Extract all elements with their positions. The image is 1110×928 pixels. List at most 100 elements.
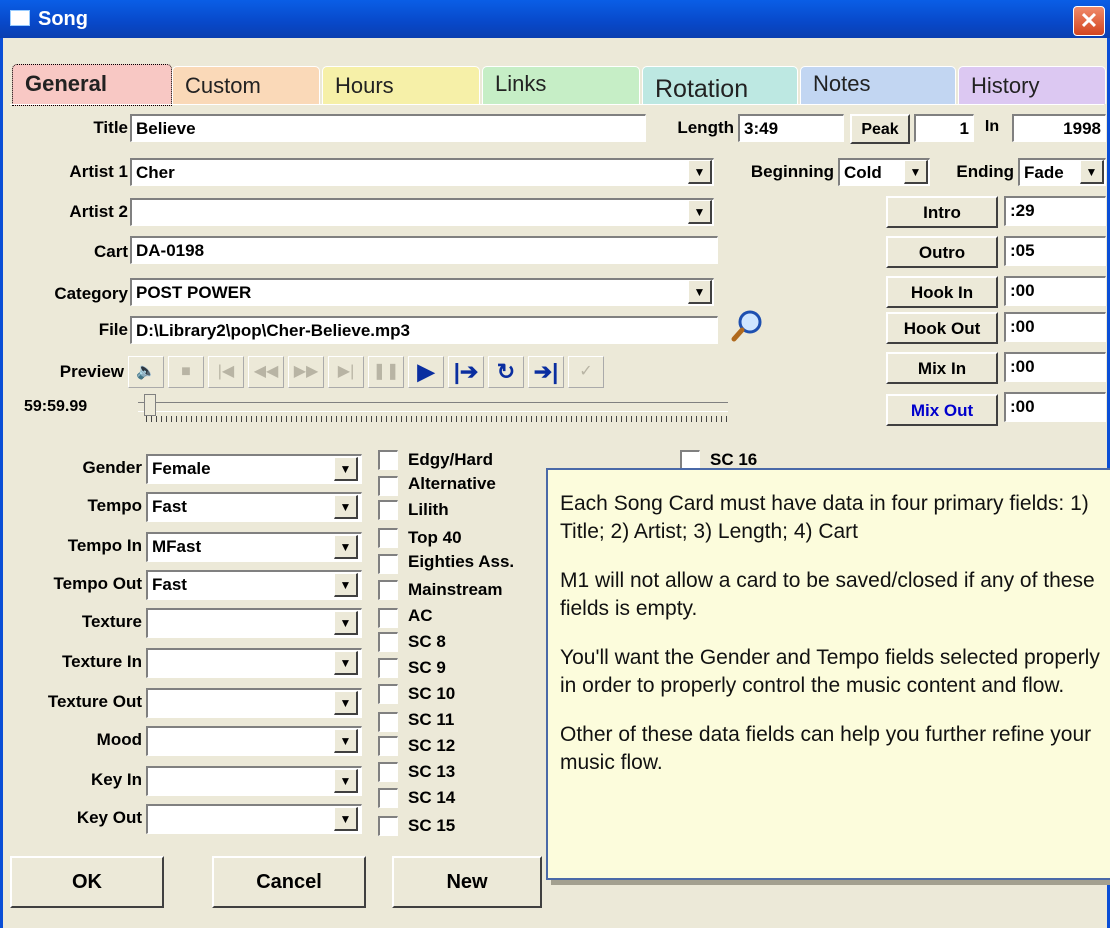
chevron-down-icon[interactable]: ▼ bbox=[334, 611, 358, 635]
checkbox-sc16[interactable] bbox=[680, 450, 700, 470]
file-field[interactable]: D:\Library2\pop\Cher-Believe.mp3 bbox=[130, 316, 718, 344]
key-out-label: Key Out bbox=[76, 808, 142, 827]
artist2-select[interactable] bbox=[130, 198, 714, 226]
mix-in-field[interactable]: :00 bbox=[1004, 352, 1106, 382]
file-label: File bbox=[98, 320, 128, 339]
mood-select[interactable] bbox=[146, 726, 362, 756]
peak-button[interactable]: Peak bbox=[850, 114, 910, 144]
skip-start-icon[interactable]: |◀ bbox=[208, 356, 244, 388]
checkbox-label: SC 9 bbox=[408, 658, 446, 677]
gender-select[interactable]: Female bbox=[146, 454, 362, 484]
checkbox-sc9[interactable] bbox=[378, 658, 398, 678]
hook-out-field[interactable]: :00 bbox=[1004, 312, 1106, 342]
new-button[interactable]: New bbox=[392, 856, 542, 908]
checkbox-top40[interactable] bbox=[378, 528, 398, 548]
checkbox-sc10[interactable] bbox=[378, 684, 398, 704]
chevron-down-icon[interactable]: ▼ bbox=[688, 160, 712, 184]
texture-select[interactable] bbox=[146, 608, 362, 638]
texture-in-select[interactable] bbox=[146, 648, 362, 678]
tab-custom[interactable]: Custom bbox=[172, 66, 320, 104]
preview-slider-thumb[interactable] bbox=[144, 394, 156, 416]
peak-year-field[interactable]: 1998 bbox=[1012, 114, 1106, 142]
intro-button[interactable]: Intro bbox=[886, 196, 998, 228]
checkbox-label: Alternative bbox=[408, 474, 496, 493]
outro-button[interactable]: Outro bbox=[886, 236, 998, 268]
tab-links[interactable]: Links bbox=[482, 66, 640, 104]
chevron-down-icon[interactable]: ▼ bbox=[334, 729, 358, 753]
tooltip-paragraph: Each Song Card must have data in four pr… bbox=[560, 492, 1089, 543]
magnifier-icon[interactable] bbox=[728, 308, 768, 344]
mix-in-button[interactable]: Mix In bbox=[886, 352, 998, 384]
tempo-in-select[interactable]: MFast bbox=[146, 532, 362, 562]
tab-rotation[interactable]: Rotation bbox=[642, 66, 798, 104]
checkbox-mainstream[interactable] bbox=[378, 580, 398, 600]
chevron-down-icon[interactable]: ▼ bbox=[334, 651, 358, 675]
cart-label: Cart bbox=[93, 242, 128, 261]
chevron-down-icon[interactable]: ▼ bbox=[334, 457, 358, 481]
checkbox-ac[interactable] bbox=[378, 608, 398, 628]
beginning-label: Beginning bbox=[750, 162, 834, 181]
chevron-down-icon[interactable]: ▼ bbox=[688, 200, 712, 224]
chevron-down-icon[interactable]: ▼ bbox=[334, 807, 358, 831]
play-to-end-icon[interactable]: ➔| bbox=[528, 356, 564, 388]
title-field[interactable]: Believe bbox=[130, 114, 646, 142]
checkbox-sc8[interactable] bbox=[378, 632, 398, 652]
tab-notes[interactable]: Notes bbox=[800, 66, 956, 104]
tempo-out-select[interactable]: Fast bbox=[146, 570, 362, 600]
tab-history[interactable]: History bbox=[958, 66, 1106, 104]
skip-end-icon[interactable]: ▶| bbox=[328, 356, 364, 388]
ok-button[interactable]: OK bbox=[10, 856, 164, 908]
intro-field[interactable]: :29 bbox=[1004, 196, 1106, 226]
length-field[interactable]: 3:49 bbox=[738, 114, 844, 142]
hook-out-button[interactable]: Hook Out bbox=[886, 312, 998, 344]
title-label: Title bbox=[93, 118, 128, 137]
outro-field[interactable]: :05 bbox=[1004, 236, 1106, 266]
stop-icon[interactable]: ■ bbox=[168, 356, 204, 388]
chevron-down-icon[interactable]: ▼ bbox=[334, 535, 358, 559]
key-in-select[interactable] bbox=[146, 766, 362, 796]
chevron-down-icon[interactable]: ▼ bbox=[334, 769, 358, 793]
fast-forward-icon[interactable]: ▶▶ bbox=[288, 356, 324, 388]
mix-out-button[interactable]: Mix Out bbox=[886, 394, 998, 426]
tab-general[interactable]: General bbox=[12, 64, 172, 106]
chevron-down-icon[interactable]: ▼ bbox=[1080, 160, 1104, 184]
hook-in-field[interactable]: :00 bbox=[1004, 276, 1106, 306]
volume-icon[interactable]: 🔈 bbox=[128, 356, 164, 388]
close-button[interactable]: ✕ bbox=[1073, 6, 1105, 36]
play-icon[interactable]: ▶ bbox=[408, 356, 444, 388]
peak-field[interactable]: 1 bbox=[914, 114, 974, 142]
chevron-down-icon[interactable]: ▼ bbox=[334, 495, 358, 519]
texture-out-select[interactable] bbox=[146, 688, 362, 718]
chevron-down-icon[interactable]: ▼ bbox=[688, 280, 712, 304]
chevron-down-icon[interactable]: ▼ bbox=[334, 691, 358, 715]
checkbox-alternative[interactable] bbox=[378, 476, 398, 496]
tempo-select[interactable]: Fast bbox=[146, 492, 362, 522]
hook-in-button[interactable]: Hook In bbox=[886, 276, 998, 308]
checkmark-icon[interactable]: ✓ bbox=[568, 356, 604, 388]
checkbox-sc14[interactable] bbox=[378, 788, 398, 808]
checkbox-sc15[interactable] bbox=[378, 816, 398, 836]
checkbox-label: SC 16 bbox=[710, 450, 758, 469]
checkbox-edgy-hard[interactable] bbox=[378, 450, 398, 470]
pause-icon[interactable]: ❚❚ bbox=[368, 356, 404, 388]
checkbox-sc12[interactable] bbox=[378, 736, 398, 756]
key-out-select[interactable] bbox=[146, 804, 362, 834]
checkbox-label: SC 8 bbox=[408, 632, 446, 651]
preview-slider-track[interactable] bbox=[138, 402, 728, 412]
loop-icon[interactable]: ↻ bbox=[488, 356, 524, 388]
artist1-select[interactable]: Cher bbox=[130, 158, 714, 186]
tab-hours[interactable]: Hours bbox=[322, 66, 480, 104]
chevron-down-icon[interactable]: ▼ bbox=[904, 160, 928, 184]
category-select[interactable]: POST POWER bbox=[130, 278, 714, 306]
checkbox-sc13[interactable] bbox=[378, 762, 398, 782]
mix-out-field[interactable]: :00 bbox=[1004, 392, 1106, 422]
chevron-down-icon[interactable]: ▼ bbox=[334, 573, 358, 597]
checkbox-eighties[interactable] bbox=[378, 554, 398, 574]
play-from-start-icon[interactable]: |➔ bbox=[448, 356, 484, 388]
checkbox-label: Eighties Ass. bbox=[408, 552, 515, 571]
checkbox-lilith[interactable] bbox=[378, 500, 398, 520]
cart-field[interactable]: DA-0198 bbox=[130, 236, 718, 264]
rewind-icon[interactable]: ◀◀ bbox=[248, 356, 284, 388]
cancel-button[interactable]: Cancel bbox=[212, 856, 366, 908]
checkbox-sc11[interactable] bbox=[378, 712, 398, 732]
